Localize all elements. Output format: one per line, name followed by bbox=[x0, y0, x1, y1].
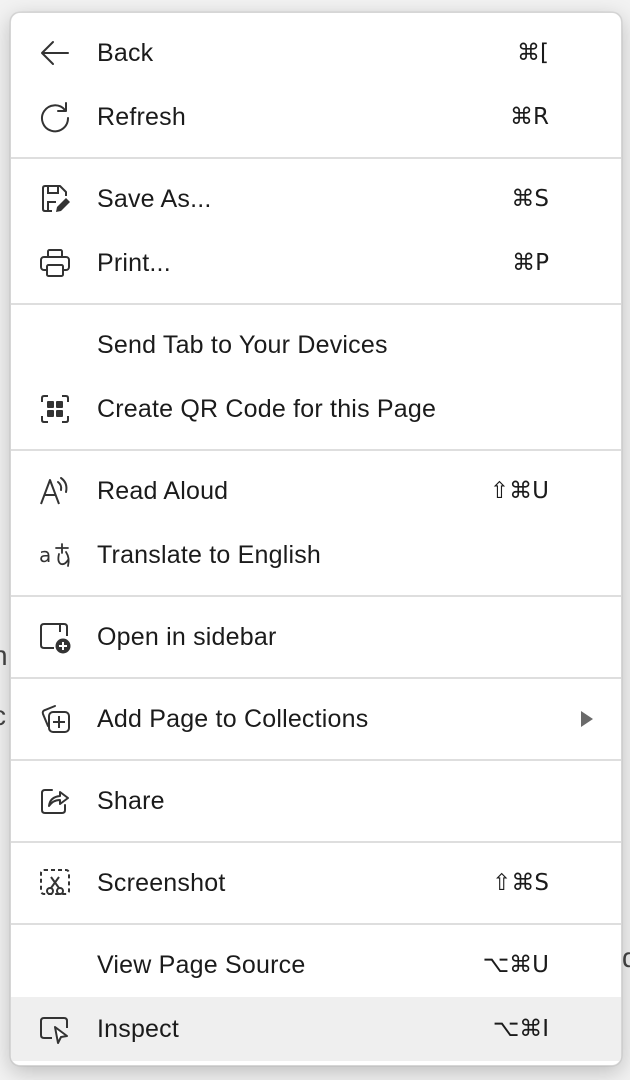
context-menu: Back ⌘[ Refresh ⌘R Save As... ⌘S Print..… bbox=[10, 12, 622, 1066]
menu-item-label: Inspect bbox=[97, 1014, 180, 1043]
background-fragment: n bbox=[0, 640, 8, 672]
menu-separator bbox=[11, 157, 621, 159]
menu-item-label: Create QR Code for this Page bbox=[97, 394, 437, 423]
menu-item-back[interactable]: Back ⌘[ bbox=[11, 21, 621, 85]
menu-item-qr-code[interactable]: Create QR Code for this Page bbox=[11, 377, 621, 441]
menu-separator bbox=[11, 449, 621, 451]
svg-text:a: a bbox=[39, 543, 51, 567]
menu-item-view-source[interactable]: View Page Source ⌥⌘U bbox=[11, 933, 621, 997]
arrow-left-icon bbox=[37, 37, 73, 69]
translate-icon: a bbox=[37, 539, 73, 571]
menu-item-label: Send Tab to Your Devices bbox=[97, 330, 388, 359]
menu-separator bbox=[11, 677, 621, 679]
shortcut-label: ⌥⌘U bbox=[482, 952, 549, 978]
menu-item-inspect[interactable]: Inspect ⌥⌘I bbox=[11, 997, 621, 1061]
sidebar-add-icon bbox=[37, 621, 73, 654]
menu-separator bbox=[11, 595, 621, 597]
background-fragment: c bbox=[0, 700, 6, 732]
shortcut-label: ⌥⌘I bbox=[492, 1016, 549, 1042]
read-aloud-icon bbox=[37, 475, 73, 507]
refresh-icon bbox=[37, 101, 73, 133]
menu-item-label: Back bbox=[97, 38, 154, 67]
menu-separator bbox=[11, 841, 621, 843]
shortcut-label: ⌘S bbox=[511, 186, 549, 212]
screenshot-icon bbox=[37, 867, 73, 899]
qr-code-icon bbox=[37, 393, 73, 425]
menu-item-label: Open in sidebar bbox=[97, 622, 277, 651]
menu-item-add-to-collections[interactable]: Add Page to Collections bbox=[11, 687, 621, 751]
collections-add-icon bbox=[37, 703, 73, 735]
shortcut-label: ⌘P bbox=[512, 250, 549, 276]
save-icon bbox=[37, 183, 73, 215]
menu-item-label: View Page Source bbox=[97, 950, 306, 979]
menu-item-save-as[interactable]: Save As... ⌘S bbox=[11, 167, 621, 231]
shortcut-label: ⌘[ bbox=[517, 40, 549, 66]
menu-item-label: Save As... bbox=[97, 184, 212, 213]
menu-item-send-tab[interactable]: Send Tab to Your Devices bbox=[11, 313, 621, 377]
share-icon bbox=[37, 785, 73, 817]
shortcut-label: ⇧⌘S bbox=[492, 870, 549, 896]
menu-item-label: Print... bbox=[97, 248, 171, 277]
chevron-right-icon bbox=[581, 711, 593, 727]
menu-item-refresh[interactable]: Refresh ⌘R bbox=[11, 85, 621, 149]
menu-item-label: Refresh bbox=[97, 102, 186, 131]
menu-item-label: Screenshot bbox=[97, 868, 226, 897]
menu-item-screenshot[interactable]: Screenshot ⇧⌘S bbox=[11, 851, 621, 915]
menu-item-share[interactable]: Share bbox=[11, 769, 621, 833]
inspect-icon bbox=[37, 1013, 73, 1045]
menu-item-label: Add Page to Collections bbox=[97, 704, 369, 733]
menu-separator bbox=[11, 759, 621, 761]
menu-separator bbox=[11, 923, 621, 925]
shortcut-label: ⇧⌘U bbox=[489, 478, 549, 504]
menu-item-translate[interactable]: a Translate to English bbox=[11, 523, 621, 587]
menu-item-label: Read Aloud bbox=[97, 476, 229, 505]
printer-icon bbox=[37, 247, 73, 279]
background-fragment: d bbox=[622, 942, 630, 973]
menu-separator bbox=[11, 303, 621, 305]
menu-item-read-aloud[interactable]: Read Aloud ⇧⌘U bbox=[11, 459, 621, 523]
menu-item-print[interactable]: Print... ⌘P bbox=[11, 231, 621, 295]
menu-item-label: Share bbox=[97, 786, 165, 815]
menu-item-label: Translate to English bbox=[97, 540, 322, 569]
shortcut-label: ⌘R bbox=[510, 104, 549, 130]
menu-item-open-sidebar[interactable]: Open in sidebar bbox=[11, 605, 621, 669]
